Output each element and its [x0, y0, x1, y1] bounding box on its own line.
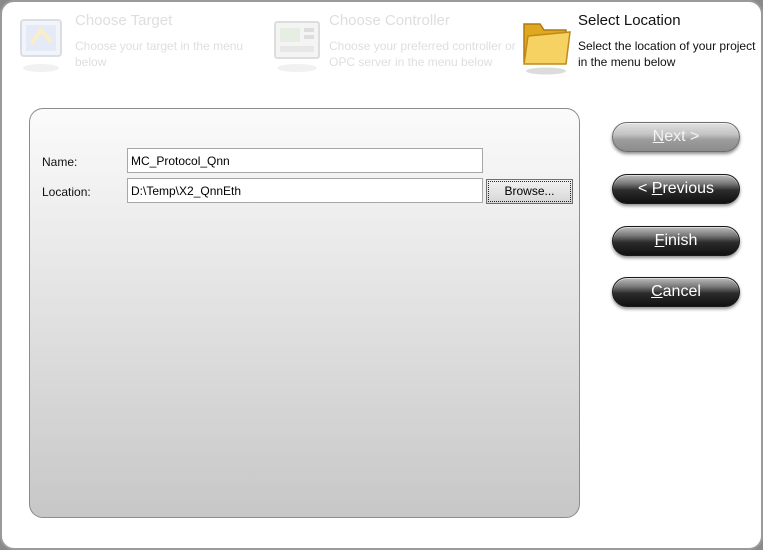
cancel-label: ancel — [662, 283, 701, 300]
previous-label: revious — [662, 180, 715, 197]
step-title: Choose Target — [75, 12, 173, 29]
previous-accesskey: P — [651, 180, 663, 197]
step-description: Select the location of your project in t… — [578, 39, 756, 69]
location-field[interactable] — [127, 178, 483, 203]
cancel-accesskey: C — [651, 283, 663, 300]
step-title: Select Location — [578, 12, 681, 29]
finish-accesskey: F — [654, 232, 665, 249]
previous-button[interactable]: < Previous — [612, 174, 740, 204]
cancel-button[interactable]: Cancel — [612, 277, 740, 307]
step-title: Choose Controller — [329, 12, 450, 29]
controller-icon — [274, 21, 320, 72]
next-accesskey: N — [652, 128, 665, 145]
next-label: ext > — [664, 128, 700, 145]
folder-icon — [523, 23, 571, 75]
wizard-window: Choose Target Choose your target in the … — [0, 0, 763, 550]
location-panel: Name: Location: Browse... — [29, 108, 580, 518]
name-label: Name: — [42, 155, 78, 169]
finish-label: inish — [664, 232, 698, 249]
step-description: Choose your preferred controller or OPC … — [329, 39, 516, 69]
target-icon — [20, 19, 62, 72]
finish-button[interactable]: Finish — [612, 226, 740, 256]
location-label: Location: — [42, 185, 91, 199]
name-field[interactable] — [127, 148, 483, 173]
next-button[interactable]: Next > — [612, 122, 740, 152]
previous-prefix: < — [637, 180, 652, 197]
browse-button[interactable]: Browse... — [486, 179, 573, 204]
step-description: Choose your target in the menu below — [75, 39, 244, 69]
